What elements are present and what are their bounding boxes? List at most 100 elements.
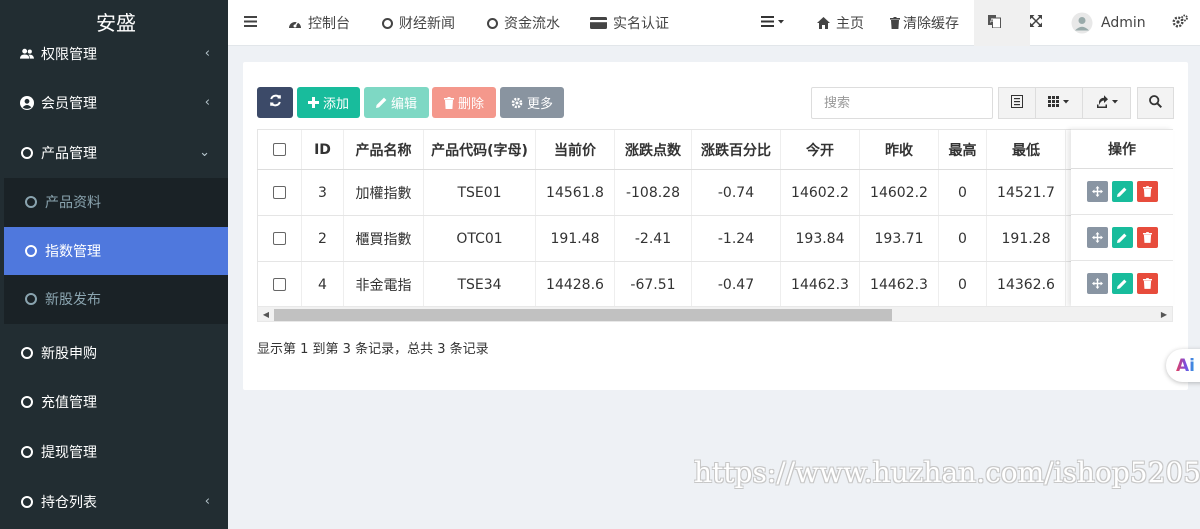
tab-label: 实名认证: [613, 16, 669, 32]
sidebar-subitem-index-management[interactable]: 指数管理: [4, 227, 228, 275]
expand-icon: [1030, 15, 1042, 31]
tab-real-name-auth[interactable]: 实名认证: [590, 0, 669, 46]
table-cell: 14428.6: [535, 261, 615, 307]
row-actions: [1071, 169, 1173, 215]
table-cell: 2: [301, 215, 344, 262]
row-checkbox[interactable]: [257, 169, 302, 216]
row-edit-button[interactable]: [1111, 273, 1133, 294]
sidebar-item-permissions[interactable]: 权限管理 ‹: [4, 30, 228, 78]
sidebar-subitem-label: 产品资料: [45, 195, 101, 211]
row-actions: [1071, 215, 1173, 261]
trash-icon: [1142, 278, 1152, 289]
column-header[interactable]: 昨收: [859, 129, 939, 170]
ai-assistant-button[interactable]: Ai: [1166, 349, 1200, 382]
actions-header: 操作: [1071, 129, 1173, 169]
sidebar-item-members[interactable]: 会员管理 ‹: [4, 79, 228, 127]
settings-button[interactable]: [1172, 0, 1188, 46]
search-button[interactable]: [1137, 87, 1174, 119]
tab-fund-flow[interactable]: 资金流水: [487, 0, 560, 46]
language-button[interactable]: A: [988, 0, 1001, 46]
delete-label: 删除: [457, 97, 484, 112]
fullscreen-button[interactable]: [1030, 0, 1042, 46]
scroll-right-arrow-icon[interactable]: ▶: [1156, 307, 1172, 321]
circle-icon: [487, 17, 498, 29]
clear-cache-button[interactable]: 清除缓存: [890, 0, 959, 46]
column-header[interactable]: 最高: [938, 129, 987, 170]
refresh-button[interactable]: [257, 87, 293, 118]
sidebar-item-ipo-subscribe[interactable]: 新股申购: [4, 329, 228, 377]
sidebar-subitem-product-info[interactable]: 产品资料: [4, 178, 228, 226]
row-edit-button[interactable]: [1111, 181, 1133, 202]
row-checkbox[interactable]: [257, 261, 302, 307]
sidebar-item-products[interactable]: 产品管理 ⌄: [4, 129, 228, 177]
sidebar-item-recharge[interactable]: 充值管理: [4, 378, 228, 426]
column-header[interactable]: 产品代码(字母): [423, 129, 536, 170]
avatar: [1071, 12, 1093, 34]
column-header[interactable]: 今开: [780, 129, 860, 170]
row-edit-button[interactable]: [1111, 227, 1133, 248]
circle-icon: [382, 17, 393, 29]
users-icon: [20, 47, 34, 61]
move-icon: [1091, 232, 1103, 243]
select-all-checkbox[interactable]: [257, 129, 302, 170]
menu-icon: [244, 15, 257, 31]
table-cell: 193.71: [859, 215, 939, 262]
sidebar-toggle-button[interactable]: [244, 0, 257, 46]
table-cell: 3: [301, 169, 344, 216]
more-button[interactable]: 更多: [500, 87, 564, 118]
circle-icon: [24, 292, 38, 306]
table-cell: 14462.3: [780, 261, 860, 307]
trash-icon: [443, 96, 454, 109]
sidebar-item-withdraw[interactable]: 提现管理: [4, 428, 228, 476]
pencil-icon: [375, 97, 387, 108]
delete-button[interactable]: 删除: [432, 87, 496, 118]
drag-sort-button[interactable]: [1086, 227, 1108, 248]
column-header[interactable]: 产品名称: [343, 129, 424, 170]
scroll-left-arrow-icon[interactable]: ◀: [258, 307, 274, 321]
column-header[interactable]: ID: [301, 129, 344, 170]
sidebar-subitem-ipo-publish[interactable]: 新股发布: [4, 275, 228, 323]
add-button[interactable]: 添加: [297, 87, 360, 118]
user-menu[interactable]: Admin: [1071, 0, 1146, 46]
toggle-view-button[interactable]: [998, 87, 1036, 119]
row-checkbox[interactable]: [257, 215, 302, 262]
tab-finance-news[interactable]: 财经新闻: [382, 0, 455, 46]
drag-sort-button[interactable]: [1086, 273, 1108, 294]
columns-toggle-button[interactable]: [1035, 87, 1083, 119]
tab-dashboard[interactable]: 控制台: [288, 0, 350, 46]
row-delete-button[interactable]: [1136, 181, 1158, 202]
table-row[interactable]: 4 非金電指 TSE34 14428.6 -67.51 -0.47 14462.…: [257, 261, 1173, 307]
sidebar-item-positions[interactable]: 持仓列表 ‹: [4, 478, 228, 526]
row-delete-button[interactable]: [1136, 273, 1158, 294]
circle-icon: [20, 346, 34, 360]
search-input[interactable]: [811, 87, 993, 119]
table-cell: -108.28: [614, 169, 692, 216]
table-cell: 14521.7: [986, 169, 1066, 216]
pagination-info: 显示第 1 到第 3 条记录，总共 3 条记录: [257, 342, 489, 357]
row-delete-button[interactable]: [1136, 227, 1158, 248]
credit-card-icon: [590, 17, 607, 29]
tabs-dropdown-button[interactable]: [974, 0, 1030, 46]
column-header[interactable]: 当前价: [535, 129, 615, 170]
home-link[interactable]: 主页: [817, 0, 864, 46]
table-cell: 14362.6: [986, 261, 1066, 307]
scrollbar-thumb[interactable]: [274, 309, 892, 321]
chevron-down-icon: ⌄: [199, 145, 210, 160]
table-row[interactable]: 3 加權指數 TSE01 14561.8 -108.28 -0.74 14602…: [257, 169, 1173, 216]
drag-sort-button[interactable]: [1086, 181, 1108, 202]
table-cell: 加權指數: [343, 169, 424, 216]
table-horizontal-scrollbar[interactable]: ◀ ▶: [257, 306, 1173, 322]
table-cell: 0: [938, 261, 987, 307]
export-button[interactable]: [1082, 87, 1131, 119]
edit-button[interactable]: 编辑: [364, 87, 429, 118]
column-header[interactable]: 涨跌点数: [614, 129, 692, 170]
column-header[interactable]: 涨跌百分比: [691, 129, 781, 170]
tabs-dropdown-toggle[interactable]: [761, 0, 785, 46]
table-header-row: ID 产品名称 产品代码(字母) 当前价 涨跌点数 涨跌百分比 今开 昨收 最高…: [257, 129, 1173, 170]
sidebar-item-label: 权限管理: [41, 47, 97, 63]
table-row[interactable]: 2 櫃買指數 OTC01 191.48 -2.41 -1.24 193.84 1…: [257, 215, 1173, 262]
dashboard-icon: [288, 17, 302, 29]
column-header[interactable]: 最低: [986, 129, 1066, 170]
gear-icon: [511, 97, 523, 109]
top-navbar: 控制台 财经新闻 资金流水 实名认证 主页 清除缓存 A Admin: [228, 0, 1200, 46]
